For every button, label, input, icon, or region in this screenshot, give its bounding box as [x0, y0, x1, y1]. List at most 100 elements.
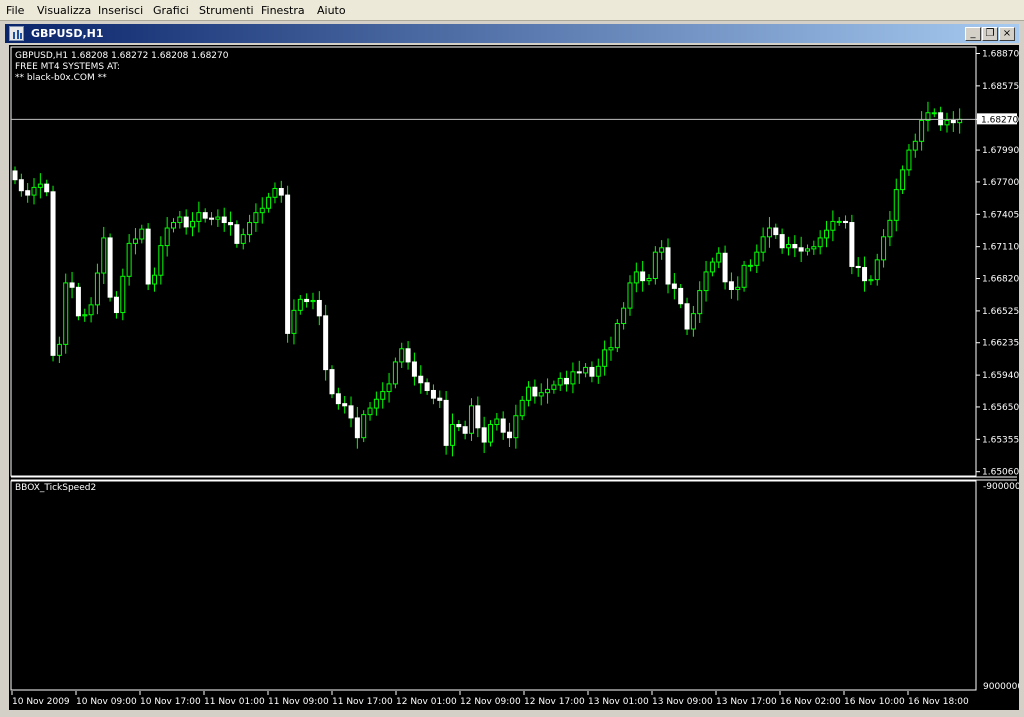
candle-bearish: [209, 217, 215, 220]
candle-bearish: [285, 194, 291, 334]
candle-bullish: [513, 415, 519, 439]
candle-bullish: [132, 238, 138, 244]
candle-bullish: [608, 347, 614, 351]
candle-bullish: [557, 377, 563, 386]
current-price-label: 1.68270: [977, 113, 1018, 125]
menu-inserisci[interactable]: Inserisci: [98, 4, 143, 17]
menu-aiuto[interactable]: Aiuto: [317, 4, 346, 17]
chart-area[interactable]: 1.68870 1.68575 1.68270 1.67990 1.67700 1.674…: [9, 45, 1019, 710]
menu-bar: File Visualizza Inserisci Grafici Strume…: [0, 0, 1024, 21]
candle-bullish: [716, 252, 722, 263]
candle-bullish: [190, 220, 196, 228]
menu-strumenti[interactable]: Strumenti: [199, 4, 254, 17]
candle-bearish: [589, 366, 595, 377]
x-tick-label: 10 Nov 09:00: [76, 697, 137, 707]
candle-bullish: [805, 248, 810, 252]
candle-bullish: [367, 407, 373, 416]
restore-button[interactable]: ❐: [982, 27, 998, 41]
candle-bearish: [418, 375, 424, 384]
candle-bullish: [690, 313, 696, 330]
candle-bearish: [798, 247, 804, 252]
candle-bullish: [266, 196, 272, 209]
candle-bearish: [507, 431, 513, 439]
candle-bullish: [741, 264, 747, 288]
y-tick-label: 1.65355: [982, 435, 1019, 445]
y-tick-label: 1.67405: [982, 210, 1019, 220]
x-tick-label: 13 Nov 17:00: [716, 697, 777, 707]
candle-bullish: [37, 183, 43, 188]
candle-bearish: [576, 371, 582, 374]
y-tick-label: 1.67110: [982, 243, 1019, 253]
candle-bearish: [792, 243, 798, 249]
candle-bearish: [532, 386, 538, 397]
menu-grafici[interactable]: Grafici: [153, 4, 189, 17]
candle-bearish: [684, 303, 690, 330]
candle-bearish: [12, 170, 18, 181]
candle-bearish: [456, 424, 462, 428]
candle-bearish: [779, 234, 785, 249]
candle-bearish: [316, 299, 322, 317]
candle-bullish: [881, 236, 887, 261]
candle-bearish: [424, 382, 430, 391]
candle-bullish: [747, 264, 753, 267]
candle-bearish: [342, 403, 348, 407]
y-tick-label: 1.65940: [982, 371, 1019, 381]
candle-bearish: [722, 252, 728, 283]
candle-bearish: [443, 399, 449, 446]
candle-bullish: [373, 398, 379, 409]
candle-bullish: [944, 119, 950, 126]
candle-bearish: [437, 397, 443, 401]
candle-bearish: [354, 417, 360, 439]
candle-bearish: [665, 247, 671, 285]
candle-bearish: [145, 228, 151, 285]
minimize-button[interactable]: _: [965, 27, 981, 41]
candle-bullish: [906, 149, 912, 171]
candle-bearish: [728, 281, 734, 290]
candle-bearish: [678, 287, 684, 305]
candle-bullish: [247, 222, 253, 236]
menu-file[interactable]: File: [6, 4, 24, 17]
candle-bearish: [335, 393, 341, 405]
y-tick-label: 1.67990: [982, 146, 1019, 156]
candle-bullish: [171, 222, 176, 229]
candle-bullish: [259, 207, 265, 214]
candle-bullish: [291, 309, 297, 334]
candle-bearish: [855, 265, 861, 269]
candle-bullish: [101, 237, 107, 274]
x-tick-label: 10 Nov 2009: [12, 697, 70, 707]
candle-bullish: [766, 227, 772, 238]
candle-bullish: [240, 234, 246, 244]
candle-bearish: [640, 271, 646, 282]
close-button[interactable]: ×: [999, 27, 1015, 41]
candle-bullish: [817, 237, 823, 248]
candle-bullish: [583, 366, 589, 374]
candle-bearish: [411, 361, 417, 377]
candle-bearish: [329, 369, 335, 395]
candle-bullish: [126, 242, 132, 277]
x-tick-label: 11 Nov 01:00: [204, 697, 265, 707]
y-tick-label: 1.66525: [982, 307, 1019, 317]
candle-bullish: [392, 361, 398, 385]
candle-bullish: [519, 399, 525, 417]
candle-bullish: [272, 188, 278, 198]
candle-bullish: [659, 247, 665, 253]
chart-window-titlebar[interactable]: GBPUSD,H1 _ ❐ ×: [5, 24, 1019, 43]
candle-bearish: [183, 216, 189, 228]
candle-bearish: [25, 190, 31, 196]
candle-bullish: [709, 261, 715, 273]
x-tick-label: 13 Nov 09:00: [652, 697, 713, 707]
y-tick-label: 1.66235: [982, 339, 1019, 349]
candle-bullish: [488, 424, 493, 443]
candle-bearish: [843, 220, 849, 224]
chart-window-icon: [9, 26, 24, 41]
price-chart[interactable]: 1.68870 1.68575 1.68270 1.67990 1.67700 1.674…: [9, 45, 1019, 710]
candle-bullish: [614, 323, 620, 349]
menu-visualizza[interactable]: Visualizza: [37, 4, 91, 17]
candle-bullish: [811, 246, 817, 250]
time-axis: 10 Nov 2009 10 Nov 09:00 10 Nov 17:00 11 No…: [11, 691, 969, 707]
candle-bullish: [88, 304, 94, 316]
menu-finestra[interactable]: Finestra: [261, 4, 305, 17]
candle-bearish: [69, 282, 75, 288]
candle-bullish: [627, 282, 633, 309]
indicator-scale-bottom: 9000000: [983, 682, 1019, 692]
